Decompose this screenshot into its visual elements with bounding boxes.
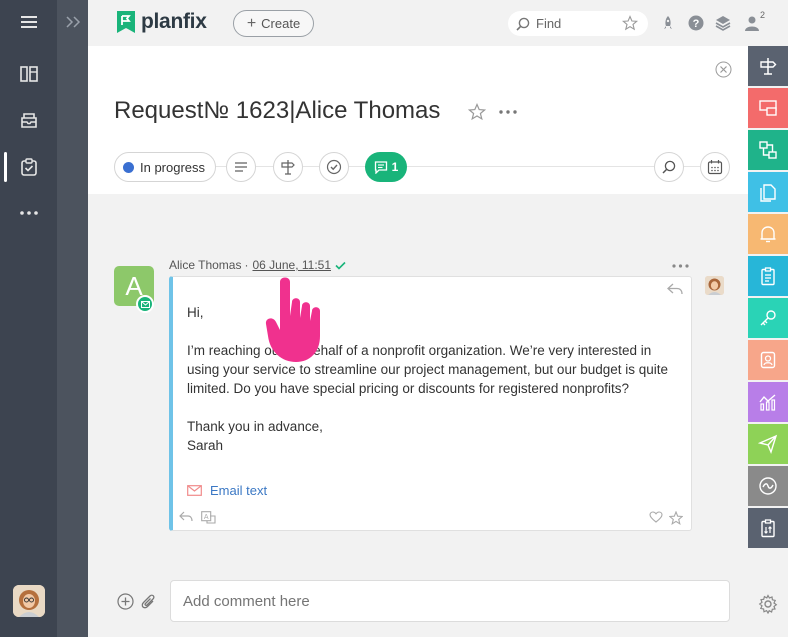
task-icon[interactable] (748, 46, 788, 86)
user-icon[interactable] (742, 13, 762, 33)
checklist-button[interactable] (319, 152, 349, 182)
more-icon[interactable] (0, 193, 57, 233)
create-label: Create (261, 16, 301, 31)
card-footer-right (649, 511, 683, 525)
delivered-check-icon (335, 261, 346, 270)
tasks-icon[interactable] (0, 147, 57, 187)
message-closing-2: Sarah (187, 438, 224, 453)
favorites-star-icon[interactable] (622, 15, 638, 31)
like-heart-icon[interactable] (649, 511, 663, 523)
search-icon (662, 160, 676, 174)
message-closing-1: Thank you in advance, (187, 419, 323, 434)
message-card: Hi, I’m reaching out on behalf of a nonp… (169, 276, 692, 531)
brand-name: planfix (141, 10, 207, 33)
collapse-strip (57, 0, 88, 637)
menu-icon[interactable] (0, 2, 57, 42)
hand-pointer-icon (265, 277, 320, 362)
analytics-icon[interactable] (748, 382, 788, 422)
clipboard-icon[interactable] (748, 256, 788, 296)
calendar-icon (707, 160, 723, 175)
wave-icon[interactable] (748, 466, 788, 506)
email-text-label: Email text (210, 483, 268, 498)
add-icon[interactable] (117, 593, 134, 610)
key-icon[interactable] (748, 298, 788, 338)
meta-separator: · (244, 258, 249, 272)
expand-chevron-icon[interactable] (63, 10, 83, 34)
recipient-avatar[interactable] (705, 276, 724, 295)
message-author[interactable]: Alice Thomas (169, 258, 241, 272)
status-label: In progress (140, 159, 206, 175)
rocket-icon[interactable] (658, 13, 678, 33)
reply-icon[interactable] (667, 283, 683, 295)
search-placeholder: Find (536, 16, 562, 31)
status-button[interactable]: In progress (114, 152, 217, 182)
status-dot (123, 161, 134, 173)
search-icon (516, 17, 530, 31)
svg-text:A: A (204, 514, 209, 521)
inbox-icon[interactable] (0, 100, 57, 140)
right-sidebar (748, 46, 788, 637)
description-button[interactable] (226, 152, 256, 182)
check-circle-icon (326, 159, 342, 175)
documents-icon[interactable] (748, 172, 788, 212)
attach-icon[interactable] (141, 593, 157, 611)
title-more-icon[interactable] (499, 110, 517, 114)
notifications-count: 2 (760, 10, 766, 20)
comment-input[interactable] (170, 580, 730, 622)
comments-feed: A Alice Thomas · 06 June, 11:51 Hi, I’m … (88, 194, 748, 562)
comment-icon (374, 161, 387, 174)
message-date[interactable]: 06 June, 11:51 (252, 258, 331, 272)
user-avatar[interactable] (13, 585, 45, 617)
layers-icon[interactable] (713, 13, 733, 33)
search-input[interactable]: Find (508, 11, 648, 36)
signpost-button[interactable] (273, 152, 303, 182)
left-sidebar (0, 0, 57, 637)
close-icon[interactable] (715, 61, 732, 78)
screen-icon[interactable] (748, 88, 788, 128)
planfix-logo[interactable]: planfix (116, 10, 207, 34)
projects-icon[interactable] (0, 54, 57, 94)
translate-icon[interactable]: A (201, 511, 216, 524)
plus-icon: + (246, 14, 257, 32)
report-icon[interactable] (748, 508, 788, 548)
reply-footer-icon[interactable] (179, 511, 193, 522)
help-icon[interactable]: ? (686, 13, 706, 33)
message-star-icon[interactable] (669, 511, 683, 525)
bell-icon[interactable] (748, 214, 788, 254)
planfix-flag-icon (117, 11, 135, 33)
search-comments-button[interactable] (654, 152, 684, 182)
contact-icon[interactable] (748, 340, 788, 380)
card-footer-left: A (179, 511, 216, 524)
svg-text:?: ? (693, 18, 700, 30)
send-icon[interactable] (748, 424, 788, 464)
message-meta: Alice Thomas · 06 June, 11:51 (169, 258, 346, 272)
email-text-link[interactable]: Email text (187, 483, 267, 498)
comments-count: 1 (391, 160, 399, 174)
task-panel: Request№ 1623|Alice Thomas In progress 1… (88, 46, 748, 637)
message-more-icon[interactable] (672, 264, 689, 268)
text-lines-icon (235, 162, 247, 172)
mail-badge-icon (136, 295, 154, 313)
create-button[interactable]: + Create (233, 10, 314, 37)
comment-bar (88, 562, 748, 637)
flow-icon[interactable] (748, 130, 788, 170)
favorite-star-icon[interactable] (468, 103, 486, 121)
settings-gear-icon[interactable] (758, 594, 778, 614)
signpost-icon (281, 160, 295, 175)
calendar-button[interactable] (700, 152, 730, 182)
comments-button[interactable]: 1 (365, 152, 407, 182)
task-title: Request№ 1623|Alice Thomas (114, 97, 441, 124)
email-icon (187, 485, 202, 496)
top-bar: planfix + Create Find ? 2 (88, 0, 788, 46)
